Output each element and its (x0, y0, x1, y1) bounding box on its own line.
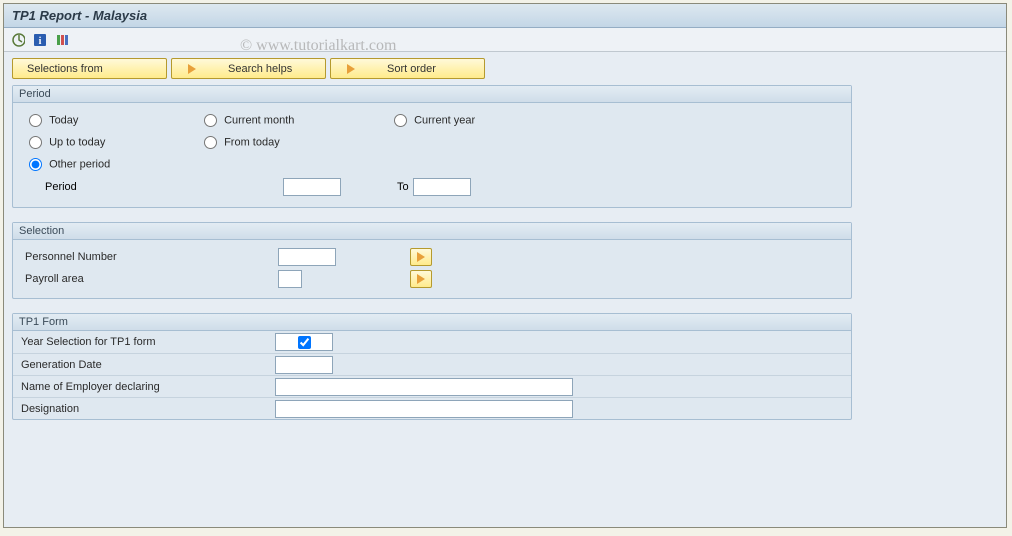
label-payroll-area: Payroll area (23, 273, 278, 285)
page-title: TP1 Report - Malaysia (4, 4, 1006, 28)
radio-other-period[interactable] (29, 158, 42, 171)
selection-group: Selection Personnel Number Payroll area (12, 222, 852, 299)
info-icon[interactable]: i (32, 32, 48, 48)
selections-from-button[interactable]: Selections from (12, 58, 167, 79)
label-from-today: From today (224, 136, 280, 148)
search-helps-button[interactable]: Search helps (171, 58, 326, 79)
sort-order-button[interactable]: Sort order (330, 58, 485, 79)
arrow-right-icon (414, 251, 428, 263)
selections-from-label: Selections from (27, 63, 103, 75)
label-employer: Name of Employer declaring (13, 381, 275, 393)
label-personnel-number: Personnel Number (23, 251, 278, 263)
label-period: Period (45, 181, 283, 193)
period-group: Period Today Current month Current year (12, 85, 852, 208)
label-designation: Designation (13, 403, 275, 415)
radio-current-month[interactable] (204, 114, 217, 127)
radio-up-to-today[interactable] (29, 136, 42, 149)
tp1-form-group: TP1 Form Year Selection for TP1 form Gen… (12, 313, 852, 420)
selection-header: Selection (13, 223, 851, 240)
arrow-right-icon (414, 273, 428, 285)
execute-icon[interactable] (10, 32, 26, 48)
employer-input[interactable] (275, 378, 573, 396)
designation-input[interactable] (275, 400, 573, 418)
label-today: Today (49, 114, 78, 126)
period-to-input[interactable] (413, 178, 471, 196)
button-row: Selections from Search helps Sort order (12, 58, 998, 79)
label-current-month: Current month (224, 114, 294, 126)
period-header: Period (13, 86, 851, 103)
generation-date-input[interactable] (275, 356, 333, 374)
label-current-year: Current year (414, 114, 475, 126)
label-year-selection: Year Selection for TP1 form (13, 336, 275, 348)
sort-order-label: Sort order (387, 63, 436, 75)
radio-today[interactable] (29, 114, 42, 127)
tp1-form-header: TP1 Form (13, 314, 851, 331)
arrow-right-icon (345, 63, 359, 75)
search-helps-label: Search helps (228, 63, 292, 75)
personnel-number-multi-button[interactable] (410, 248, 432, 266)
year-selection-checkbox[interactable] (298, 336, 311, 349)
label-up-to-today: Up to today (49, 136, 105, 148)
payroll-area-input[interactable] (278, 270, 302, 288)
app-toolbar: i (4, 28, 1006, 52)
radio-from-today[interactable] (204, 136, 217, 149)
label-other-period: Other period (49, 158, 110, 170)
svg-text:i: i (39, 36, 42, 47)
payroll-area-multi-button[interactable] (410, 270, 432, 288)
personnel-number-input[interactable] (278, 248, 336, 266)
label-to: To (341, 181, 413, 193)
arrow-right-icon (186, 63, 200, 75)
period-from-input[interactable] (283, 178, 341, 196)
variant-icon[interactable] (54, 32, 70, 48)
radio-current-year[interactable] (394, 114, 407, 127)
label-generation-date: Generation Date (13, 359, 275, 371)
